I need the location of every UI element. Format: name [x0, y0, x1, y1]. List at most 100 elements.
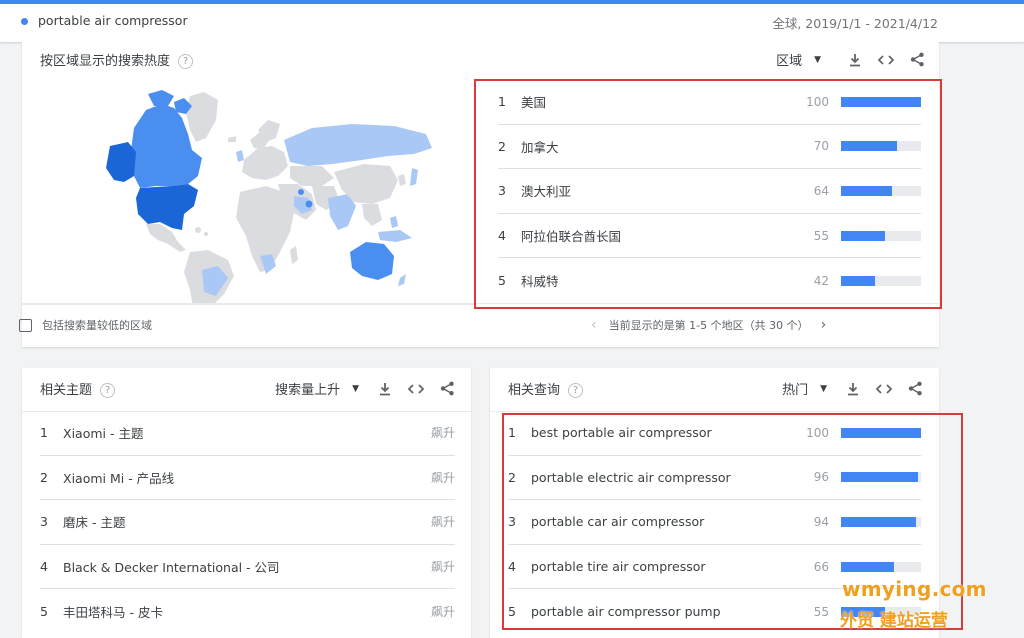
download-icon[interactable] [847, 52, 863, 68]
queries-card-title: 相关查询? [508, 379, 584, 398]
help-icon[interactable]: ? [568, 383, 584, 398]
breakout-tag: 飙升 [430, 560, 455, 575]
rank-number: 5 [508, 604, 516, 620]
map-divider [22, 304, 474, 305]
region-footer-divider [22, 303, 939, 304]
topic-name: Xiaomi Mi - 产品线 [63, 470, 175, 486]
share-icon[interactable] [907, 381, 923, 397]
rank-number: 3 [508, 514, 516, 530]
queries-sort-dropdown[interactable]: 热门 ▼ [782, 379, 827, 398]
interest-bar-fill [841, 561, 894, 572]
interest-bar-fill [841, 516, 917, 527]
interest-value: 70 [813, 139, 829, 154]
topics-sort-dropdown[interactable]: 搜索量上升 ▼ [275, 379, 359, 398]
interest-bar [841, 230, 921, 241]
rank-number: 1 [40, 425, 48, 441]
topics-toolbar: 搜索量上升 ▼ [275, 379, 455, 398]
rank-number: 3 [498, 183, 506, 199]
breakout-tag: 飙升 [430, 605, 455, 620]
breakout-tag: 飙升 [430, 515, 455, 530]
region-ranking-list: 1 美国 100 2 加拿大 70 3 澳大利亚 64 4 阿拉伯联合酋长国 5… [498, 80, 921, 305]
rank-number: 2 [508, 469, 516, 485]
rank-number: 4 [498, 228, 506, 244]
queries-toolbar: 热门 ▼ [782, 379, 923, 398]
rank-number: 5 [498, 273, 506, 289]
chevron-right-icon[interactable]: › [821, 317, 827, 333]
rank-number: 2 [40, 469, 48, 485]
embed-icon[interactable] [408, 381, 424, 397]
rank-number: 2 [498, 138, 506, 154]
rank-number: 1 [508, 425, 516, 441]
embed-icon[interactable] [876, 381, 892, 397]
region-name: 美国 [521, 95, 547, 111]
list-item[interactable]: 4 阿拉伯联合酋长国 55 [498, 214, 921, 259]
share-icon[interactable] [439, 381, 455, 397]
list-item[interactable]: 3 portable car air compressor 94 [508, 500, 921, 545]
breakout-tag: 飙升 [430, 426, 455, 441]
interest-bar-fill [841, 472, 918, 483]
low-volume-regions-checkbox[interactable]: 包括搜索量较低的区域 [19, 317, 152, 333]
interest-value: 64 [813, 183, 829, 198]
interest-bar [841, 185, 921, 196]
region-name: 科威特 [521, 274, 559, 290]
watermark-subtext: 外贸 建站运营 [840, 611, 948, 631]
rank-number: 4 [40, 559, 48, 575]
interest-value: 66 [813, 559, 829, 574]
caret-down-icon: ▼ [820, 383, 827, 394]
share-icon[interactable] [909, 52, 925, 68]
chevron-left-icon[interactable]: ‹ [591, 317, 597, 333]
series-dot-icon [21, 18, 28, 25]
list-item[interactable]: 2 Xiaomi Mi - 产品线 飙升 [40, 456, 455, 501]
related-topics-card: 相关主题? 搜索量上升 ▼ 1 Xiaomi - 主题 飙升 2 Xiaomi … [22, 368, 471, 638]
help-icon[interactable]: ? [100, 383, 116, 398]
interest-value: 96 [813, 470, 829, 485]
list-item[interactable]: 1 Xiaomi - 主题 飙升 [40, 411, 455, 456]
list-item[interactable]: 2 加拿大 70 [498, 125, 921, 170]
list-item[interactable]: 1 美国 100 [498, 80, 921, 125]
checkbox-box[interactable] [19, 318, 32, 332]
checkbox-label: 包括搜索量较低的区域 [42, 319, 152, 332]
help-icon[interactable]: ? [178, 54, 194, 69]
topics-list: 1 Xiaomi - 主题 飙升 2 Xiaomi Mi - 产品线 飙升 3 … [40, 411, 455, 638]
topic-name: Xiaomi - 主题 [63, 426, 144, 442]
interest-value: 94 [813, 514, 829, 529]
interest-bar [841, 472, 921, 483]
list-item[interactable]: 5 科威特 42 [498, 258, 921, 303]
interest-bar-fill [841, 275, 875, 286]
interest-bar-fill [841, 96, 921, 107]
region-toolbar: 区域 ▼ [776, 50, 925, 69]
watermark-text: wmying.com [842, 577, 987, 601]
list-item[interactable]: 5 丰田塔科马 - 皮卡 飙升 [40, 589, 455, 634]
download-icon[interactable] [377, 381, 393, 397]
interest-bar [841, 561, 921, 572]
interest-value: 100 [806, 94, 829, 109]
region-card-title: 按区域显示的搜索热度? [40, 50, 194, 69]
embed-icon[interactable] [878, 52, 894, 68]
list-item[interactable]: 2 portable electric air compressor 96 [508, 456, 921, 501]
region-name: 阿拉伯联合酋长国 [521, 229, 622, 245]
interest-value: 100 [806, 425, 829, 440]
breakout-tag: 飙升 [430, 470, 455, 485]
list-item[interactable]: 3 磨床 - 主题 飙升 [40, 500, 455, 545]
download-icon[interactable] [845, 381, 861, 397]
rank-number: 3 [40, 514, 48, 530]
caret-down-icon: ▼ [814, 54, 821, 65]
date-range: 全球, 2019/1/1 - 2021/4/12 [772, 16, 938, 31]
search-term: portable air compressor [38, 13, 188, 28]
interest-bar [841, 275, 921, 286]
region-resolution-dropdown[interactable]: 区域 ▼ [776, 50, 821, 69]
list-item[interactable]: 3 澳大利亚 64 [498, 169, 921, 214]
interest-bar-fill [841, 427, 921, 438]
query-name: portable electric air compressor [531, 469, 731, 485]
rank-number: 4 [508, 559, 516, 575]
interest-value: 55 [813, 228, 829, 243]
region-pager: ‹ 当前显示的是第 1-5 个地区（共 30 个） › [591, 317, 826, 333]
list-item[interactable]: 1 best portable air compressor 100 [508, 411, 921, 456]
world-map[interactable] [22, 80, 474, 320]
list-item[interactable]: 4 Black & Decker International - 公司 飙升 [40, 545, 455, 590]
query-name: portable tire air compressor [531, 559, 706, 575]
query-name: best portable air compressor [531, 425, 712, 441]
interest-bar [841, 427, 921, 438]
rank-number: 5 [40, 604, 48, 620]
region-name: 澳大利亚 [521, 184, 572, 200]
